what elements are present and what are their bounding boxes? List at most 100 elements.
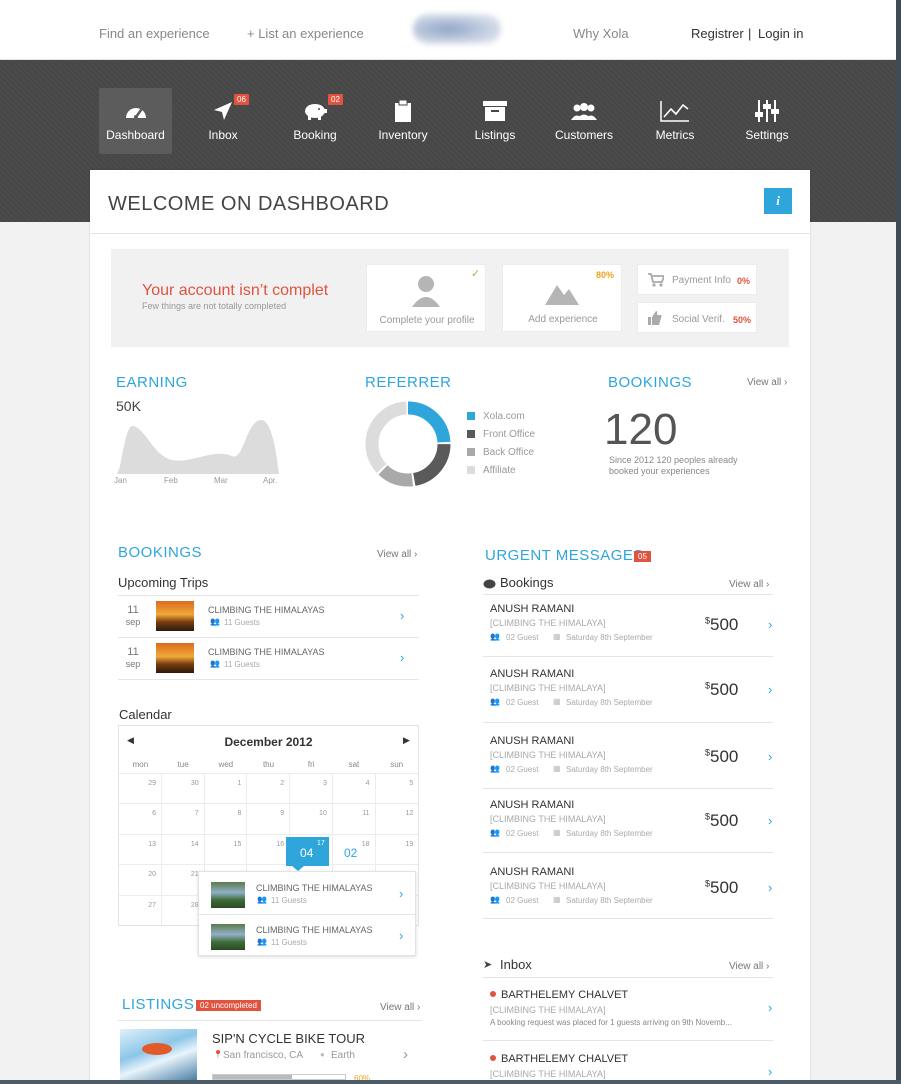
message-divider <box>483 918 773 919</box>
chevron-right-icon[interactable]: › <box>399 928 403 943</box>
guests-icon: 👥 <box>490 828 500 837</box>
calendar-next-icon[interactable]: ▶ <box>403 735 410 746</box>
listings-view-all[interactable]: View all › <box>380 1002 420 1013</box>
chevron-right-icon[interactable]: › <box>768 682 772 697</box>
thumbs-up-icon <box>648 311 662 330</box>
trip-thumbnail <box>211 924 245 950</box>
calendar-day[interactable]: 15 <box>204 833 248 865</box>
calendar-day[interactable]: 9 <box>247 803 291 834</box>
message-price: $500 <box>705 615 738 635</box>
list-experience-link[interactable]: + List an experience <box>247 26 364 41</box>
calendar-day[interactable]: 16 <box>247 833 291 865</box>
referrer-title: REFERRER <box>365 374 452 391</box>
bookings-view-all[interactable]: View all › <box>377 549 417 560</box>
nav-customers[interactable]: Customers <box>552 88 616 154</box>
inbox-name: BARTHELEMY CHALVET <box>501 1053 629 1065</box>
chevron-right-icon[interactable]: › <box>768 813 772 828</box>
calendar-day-selected[interactable]: 17 04 <box>286 837 329 866</box>
nav-settings[interactable]: Settings <box>737 88 797 154</box>
register-link[interactable]: Registrer <box>691 26 744 41</box>
calendar-day[interactable]: 11 <box>332 803 376 834</box>
nav-listings[interactable]: Listings <box>465 88 525 154</box>
message-row[interactable]: ANUSH RAMANI [CLIMBING THE HIMALAYA] 👥 0… <box>483 660 773 722</box>
urgent-view-all[interactable]: View all › <box>729 579 769 590</box>
calendar-day[interactable]: 4 <box>332 773 376 804</box>
why-xola-link[interactable]: Why Xola <box>573 26 629 41</box>
message-row[interactable]: ANUSH RAMANI [CLIMBING THE HIMALAYA] 👥 0… <box>483 858 773 920</box>
cart-icon <box>648 273 666 292</box>
trip-row[interactable]: 11 sep CLIMBING THE HIMALAYAS 👥 11 Guest… <box>118 596 419 638</box>
chevron-right-icon[interactable]: › <box>768 749 772 764</box>
social-verif-card[interactable]: Social Verif. 50% <box>637 302 757 333</box>
calendar-day[interactable]: 19 <box>375 833 419 864</box>
chevron-right-icon[interactable]: › <box>768 1064 772 1079</box>
trip-thumbnail <box>156 601 194 631</box>
listings-uncompleted-badge: 02 uncompleted <box>196 1000 261 1011</box>
info-button[interactable]: i <box>764 188 792 214</box>
guests-icon: 👥 <box>210 617 220 626</box>
listing-thumbnail <box>120 1029 197 1080</box>
chevron-right-icon[interactable]: › <box>768 880 772 895</box>
chevron-right-icon[interactable]: › <box>400 650 404 665</box>
calendar-day[interactable]: 6 <box>119 803 162 834</box>
calendar-day[interactable]: 20 <box>119 864 162 895</box>
weekday-label: mon <box>132 760 149 769</box>
price-amount: 500 <box>710 878 739 897</box>
chevron-right-icon[interactable]: › <box>768 1000 772 1015</box>
calendar-day[interactable]: 10 <box>289 803 333 834</box>
chevron-right-icon[interactable]: › <box>768 617 772 632</box>
complete-profile-card[interactable]: ✓ Complete your profile <box>366 264 486 332</box>
calendar-day[interactable]: 14 <box>161 833 205 865</box>
add-experience-card[interactable]: 80% Add experience <box>502 264 622 332</box>
nav-label: Listings <box>474 128 516 142</box>
payment-pct: 0% <box>737 276 751 286</box>
calendar-day[interactable]: 30 <box>161 773 205 804</box>
message-row[interactable]: ANUSH RAMANI [CLIMBING THE HIMALAYA] 👥 0… <box>483 595 773 657</box>
calendar-day[interactable]: 3 <box>289 773 333 804</box>
calendar-day[interactable]: 8 <box>204 803 248 834</box>
bookings-summary-view-all[interactable]: View all › <box>747 377 787 388</box>
top-separator: | <box>748 26 752 41</box>
chevron-right-icon[interactable]: › <box>403 1046 408 1063</box>
login-link[interactable]: Login in <box>758 26 804 41</box>
nav-inbox[interactable]: 06 Inbox <box>193 88 253 154</box>
nav-dashboard[interactable]: Dashboard <box>99 88 172 154</box>
guests-icon: 👥 <box>257 895 267 904</box>
calendar-day[interactable]: 2 <box>247 773 291 804</box>
message-row[interactable]: ANUSH RAMANI [CLIMBING THE HIMALAYA] 👥 0… <box>483 727 773 789</box>
nav-inbox-badge: 06 <box>234 94 249 105</box>
bookings-title: BOOKINGS <box>118 544 203 561</box>
weekday-label: wed <box>218 760 234 769</box>
calendar-day[interactable]: 13 <box>119 833 162 865</box>
nav-label: Settings <box>745 128 789 142</box>
calendar-day[interactable]: 1 <box>204 773 248 804</box>
calendar-day[interactable]: 29 <box>119 773 162 804</box>
upcoming-trips-title: Upcoming Trips <box>118 575 209 590</box>
listings-divider <box>118 1020 422 1021</box>
calendar-day[interactable]: 12 <box>375 803 419 833</box>
calendar-day[interactable]: 27 <box>119 894 162 925</box>
nav-metrics[interactable]: Metrics <box>645 88 705 154</box>
chevron-right-icon[interactable]: › <box>399 886 403 901</box>
trip-row[interactable]: 11 sep CLIMBING THE HIMALAYAS 👥 11 Guest… <box>118 638 419 680</box>
payment-info-card[interactable]: Payment Info 0% <box>637 264 757 295</box>
users-icon <box>552 100 616 122</box>
nav-inventory[interactable]: Inventory <box>373 88 433 154</box>
calendar-day-count[interactable]: 02 <box>344 846 357 860</box>
inbox-row[interactable]: BARTHELEMY CHALVET [CLIMBING THE HIMALAY… <box>483 978 773 1040</box>
xola-logo[interactable] <box>413 14 501 44</box>
find-experience-link[interactable]: Find an experience <box>99 26 210 41</box>
trip-guests: 11 Guests <box>271 938 307 947</box>
month-label: Mar <box>214 476 228 485</box>
message-date: Saturday 8th September <box>566 698 653 707</box>
nav-booking[interactable]: 02 Booking <box>285 88 345 154</box>
inbox-view-all[interactable]: View all › <box>729 961 769 972</box>
message-row[interactable]: ANUSH RAMANI [CLIMBING THE HIMALAYA] 👥 0… <box>483 791 773 853</box>
listing-name[interactable]: SIP'N CYCLE BIKE TOUR <box>212 1031 365 1046</box>
message-name: ANUSH RAMANI <box>490 799 575 811</box>
legend-label: Back Office <box>483 447 534 458</box>
chevron-right-icon[interactable]: › <box>400 608 404 623</box>
calendar-day[interactable]: 7 <box>161 803 205 834</box>
calendar-day[interactable]: 5 <box>375 773 419 803</box>
inbox-row[interactable]: BARTHELEMY CHALVET [CLIMBING THE HIMALAY… <box>483 1042 773 1080</box>
